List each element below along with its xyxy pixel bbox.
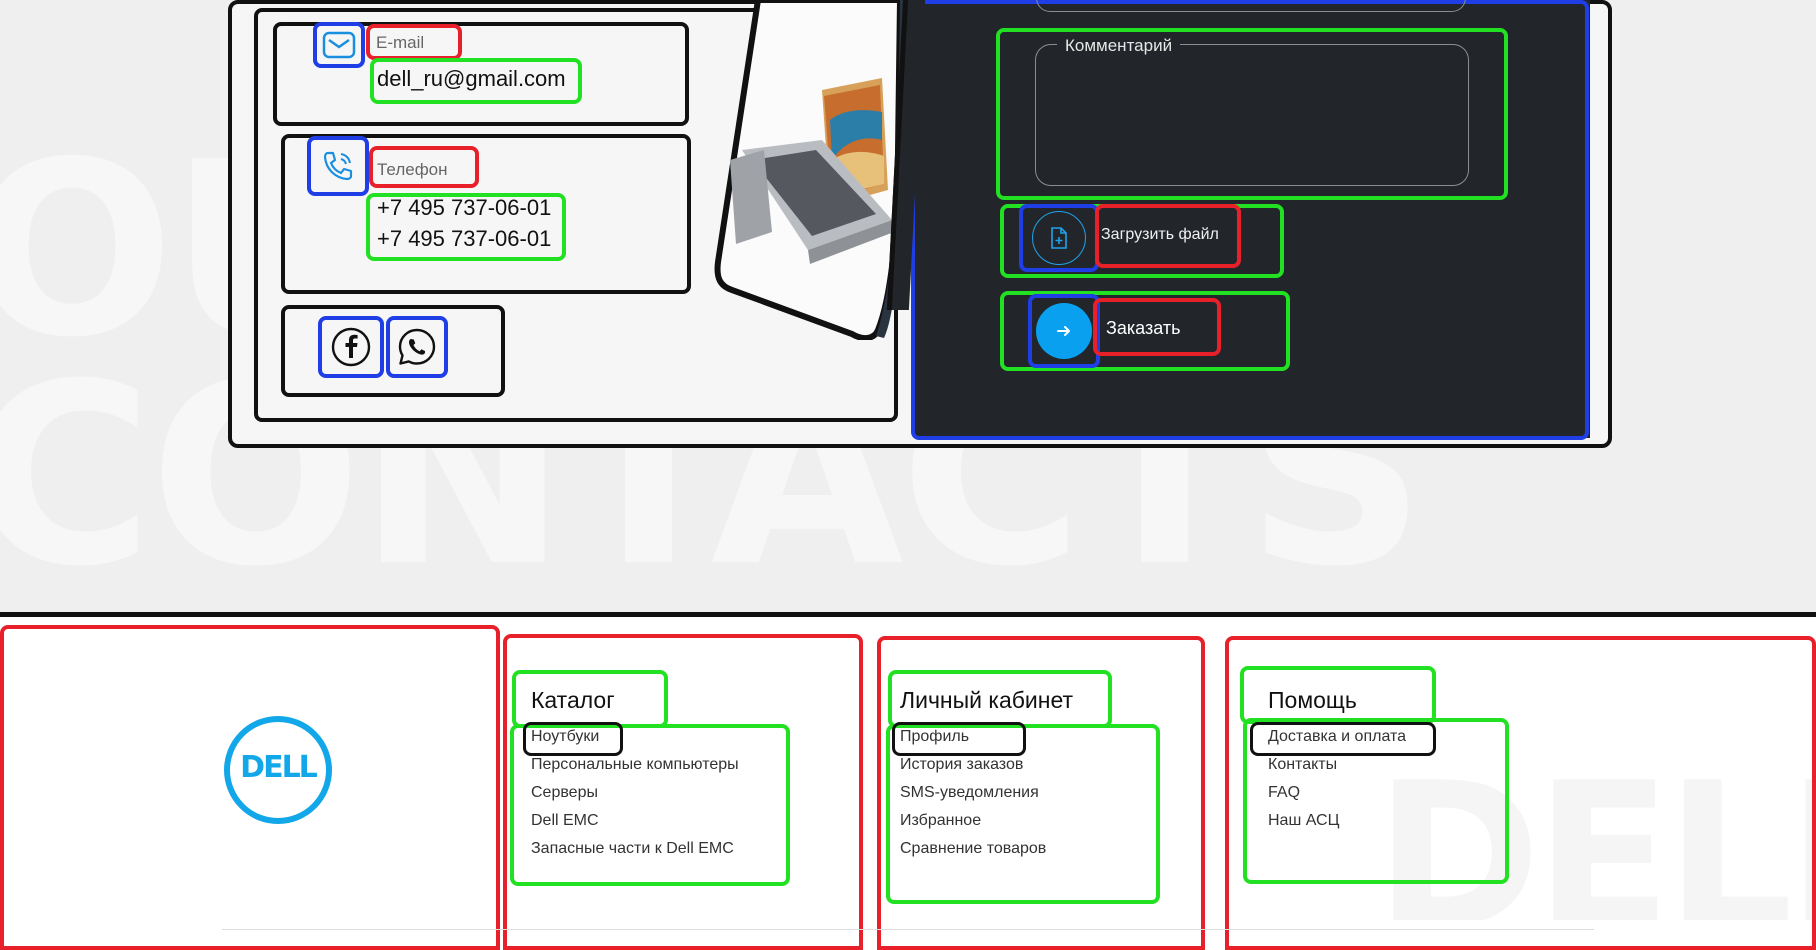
footer-link-profile[interactable]: Профиль [900, 723, 1046, 751]
comment-textarea[interactable] [1035, 44, 1469, 186]
dell-logo[interactable]: DELL [222, 714, 334, 826]
catalog-links: Ноутбуки Персональные компьютеры Серверы… [531, 723, 739, 863]
email-icon-box [313, 22, 365, 68]
facebook-button[interactable] [318, 316, 384, 378]
footer-top-border [0, 612, 1816, 617]
footer-divider [222, 929, 1594, 930]
footer-link-order-history[interactable]: История заказов [900, 751, 1046, 779]
whatsapp-icon [398, 328, 436, 365]
footer-link-favorites[interactable]: Избранное [900, 807, 1046, 835]
footer-link-contacts[interactable]: Контакты [1268, 751, 1406, 779]
phone-icon-box [307, 136, 369, 196]
upload-button[interactable] [1019, 204, 1099, 272]
order-button[interactable] [1028, 294, 1100, 368]
footer-link-service-center[interactable]: Наш АСЦ [1268, 807, 1406, 835]
upload-label[interactable]: Загрузить файл [1101, 226, 1219, 244]
help-links: Доставка и оплата Контакты FAQ Наш АСЦ [1268, 723, 1406, 835]
footer-link-compare[interactable]: Сравнение товаров [900, 835, 1046, 863]
file-plus-icon [1051, 227, 1067, 249]
account-heading: Личный кабинет [900, 687, 1074, 713]
previous-field-edge [1036, 0, 1466, 12]
footer-link-servers[interactable]: Серверы [531, 779, 739, 807]
laptop-image [714, 0, 908, 340]
footer-link-sms[interactable]: SMS-уведомления [900, 779, 1046, 807]
comment-label: Комментарий [1057, 36, 1181, 56]
footer-link-laptops[interactable]: Ноутбуки [531, 723, 739, 751]
dell-logo-text: DELL [240, 750, 318, 785]
whatsapp-button[interactable] [386, 316, 448, 378]
email-label: E-mail [376, 33, 425, 52]
footer-link-delivery[interactable]: Доставка и оплата [1268, 723, 1406, 751]
phone-link-2[interactable]: +7 495 737-06-01 [377, 226, 551, 252]
envelope-icon [322, 31, 356, 59]
footer-link-faq[interactable]: FAQ [1268, 779, 1406, 807]
account-links: Профиль История заказов SMS-уведомления … [900, 723, 1046, 863]
arrow-right-icon [1057, 326, 1070, 336]
footer-link-pcs[interactable]: Персональные компьютеры [531, 751, 739, 779]
product-mockup-image [712, 0, 908, 340]
phone-icon [323, 151, 353, 181]
email-link[interactable]: dell_ru@gmail.com [377, 66, 566, 92]
order-label[interactable]: Заказать [1106, 318, 1180, 339]
catalog-heading: Каталог [531, 687, 615, 713]
help-heading: Помощь [1268, 687, 1357, 713]
footer-link-spare-parts[interactable]: Запасные части к Dell EMC [531, 835, 739, 863]
facebook-icon [331, 327, 371, 367]
phone-label: Телефон [377, 160, 448, 179]
footer-link-dell-emc[interactable]: Dell EMC [531, 807, 739, 835]
phone-link-1[interactable]: +7 495 737-06-01 [377, 195, 551, 221]
